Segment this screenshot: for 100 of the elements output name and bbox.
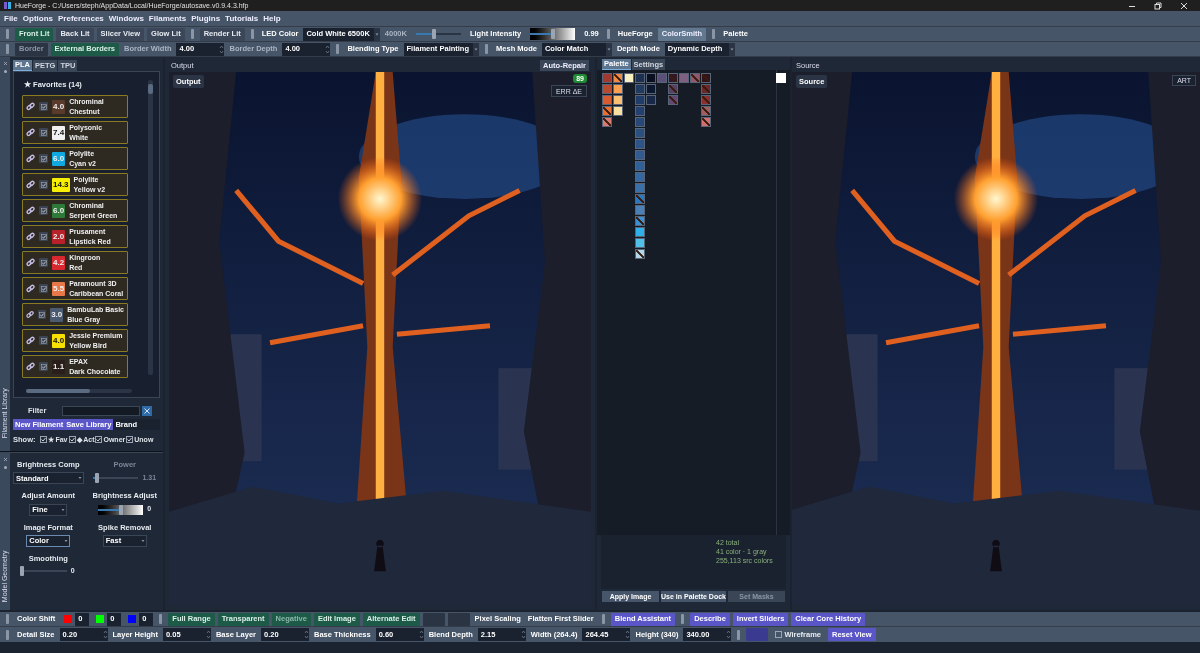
- close-icon: [2, 61, 8, 66]
- color-swatch[interactable]: [602, 84, 612, 94]
- filament-swatch: 6.0: [52, 151, 66, 166]
- color-swatch[interactable]: [668, 73, 678, 83]
- color-swatch[interactable]: [701, 117, 711, 127]
- color-swatch[interactable]: [701, 84, 711, 94]
- app-logo-icon: [4, 2, 11, 9]
- scrollbar[interactable]: [26, 389, 132, 393]
- checkbox[interactable]: [39, 336, 48, 346]
- link-icon: [26, 206, 35, 216]
- checkbox[interactable]: [39, 180, 48, 190]
- spin-arrows-icon: [102, 628, 108, 641]
- pin-icon: [2, 69, 8, 74]
- check-icon: [40, 103, 47, 110]
- color-swatch[interactable]: [701, 95, 711, 105]
- color-swatch[interactable]: [602, 73, 612, 83]
- scrollbar[interactable]: [148, 80, 153, 375]
- color-swatch[interactable]: [602, 95, 612, 105]
- color-swatch[interactable]: [635, 128, 645, 138]
- color-swatch[interactable]: [635, 139, 645, 149]
- check-icon: [96, 437, 102, 443]
- color-swatch[interactable]: [635, 172, 645, 182]
- checkbox[interactable]: [39, 206, 48, 216]
- checkbox[interactable]: [38, 310, 47, 320]
- color-swatch[interactable]: [646, 95, 656, 105]
- color-swatch[interactable]: [679, 73, 689, 83]
- checkbox[interactable]: [39, 232, 48, 242]
- color-swatch[interactable]: [613, 106, 623, 116]
- checkbox[interactable]: [39, 362, 48, 372]
- link-icon: [26, 310, 35, 320]
- color-swatch[interactable]: [613, 84, 623, 94]
- checkbox[interactable]: [39, 102, 48, 112]
- color-swatch[interactable]: [635, 238, 645, 248]
- check-icon: [127, 437, 133, 443]
- color-swatch[interactable]: [690, 73, 700, 83]
- color-swatch[interactable]: [624, 73, 634, 83]
- checkbox[interactable]: [126, 436, 134, 444]
- slider[interactable]: [21, 566, 67, 577]
- filter-field[interactable]: [62, 405, 140, 416]
- menu-item[interactable]: Help: [263, 12, 281, 25]
- color-swatch[interactable]: [668, 95, 678, 105]
- checkbox[interactable]: [39, 284, 48, 294]
- color-swatch[interactable]: [776, 73, 786, 83]
- restore-icon: [1154, 1, 1162, 10]
- color-swatch[interactable]: [701, 73, 711, 83]
- check-icon: [40, 181, 47, 188]
- link-icon: [26, 232, 35, 242]
- color-swatch[interactable]: [635, 183, 645, 193]
- close-icon: [144, 407, 150, 414]
- link-icon: [26, 180, 35, 190]
- color-swatch[interactable]: [635, 216, 645, 226]
- filament-swatch: 3.0: [50, 307, 64, 322]
- checkbox[interactable]: [68, 436, 76, 444]
- checkbox[interactable]: [39, 128, 48, 138]
- checkbox[interactable]: [95, 436, 103, 444]
- color-swatch[interactable]: [635, 73, 645, 83]
- clear-button[interactable]: [142, 405, 152, 416]
- color-swatch[interactable]: [602, 117, 612, 127]
- color-swatch[interactable]: [635, 95, 645, 105]
- color-swatch[interactable]: [657, 73, 667, 83]
- menu-item[interactable]: Windows: [108, 12, 144, 25]
- link-icon: [26, 102, 35, 112]
- checkbox[interactable]: [39, 436, 47, 444]
- menu-item[interactable]: Options: [22, 12, 53, 25]
- color-swatch[interactable]: [646, 73, 656, 83]
- slider[interactable]: [415, 28, 461, 40]
- color-swatch[interactable]: [635, 205, 645, 215]
- checkbox[interactable]: [775, 631, 783, 638]
- slider[interactable]: [530, 28, 576, 40]
- color-swatch[interactable]: [635, 194, 645, 204]
- color-swatch[interactable]: [635, 249, 645, 259]
- color-swatch[interactable]: [613, 73, 623, 83]
- spin-arrows-icon: [304, 628, 309, 641]
- color-swatch[interactable]: [635, 227, 645, 237]
- color-swatch[interactable]: [668, 84, 678, 94]
- color-swatch[interactable]: [602, 106, 612, 116]
- slider[interactable]: [98, 504, 144, 515]
- check-icon: [40, 233, 47, 240]
- color-swatch[interactable]: [635, 161, 645, 171]
- checkbox[interactable]: [39, 154, 48, 164]
- color-swatch[interactable]: [635, 84, 645, 94]
- menu-item[interactable]: Filaments: [148, 12, 187, 25]
- filament-swatch: 4.2: [52, 255, 66, 270]
- check-icon: [40, 129, 47, 136]
- slider[interactable]: [93, 473, 139, 484]
- color-swatch[interactable]: [701, 106, 711, 116]
- menu-item[interactable]: Plugins: [191, 12, 221, 25]
- menu-item[interactable]: Preferences: [58, 12, 104, 25]
- spin-arrows-icon: [205, 628, 211, 641]
- close-icon: [1180, 1, 1188, 10]
- color-swatch[interactable]: [613, 95, 623, 105]
- menu-item[interactable]: File: [4, 12, 18, 25]
- checkbox[interactable]: [39, 258, 48, 268]
- close-icon: [2, 457, 8, 462]
- link-icon: [26, 154, 35, 164]
- color-swatch[interactable]: [635, 117, 645, 127]
- color-swatch[interactable]: [635, 150, 645, 160]
- menu-item[interactable]: Tutorials: [225, 12, 259, 25]
- color-swatch[interactable]: [646, 84, 656, 94]
- color-swatch[interactable]: [635, 106, 645, 116]
